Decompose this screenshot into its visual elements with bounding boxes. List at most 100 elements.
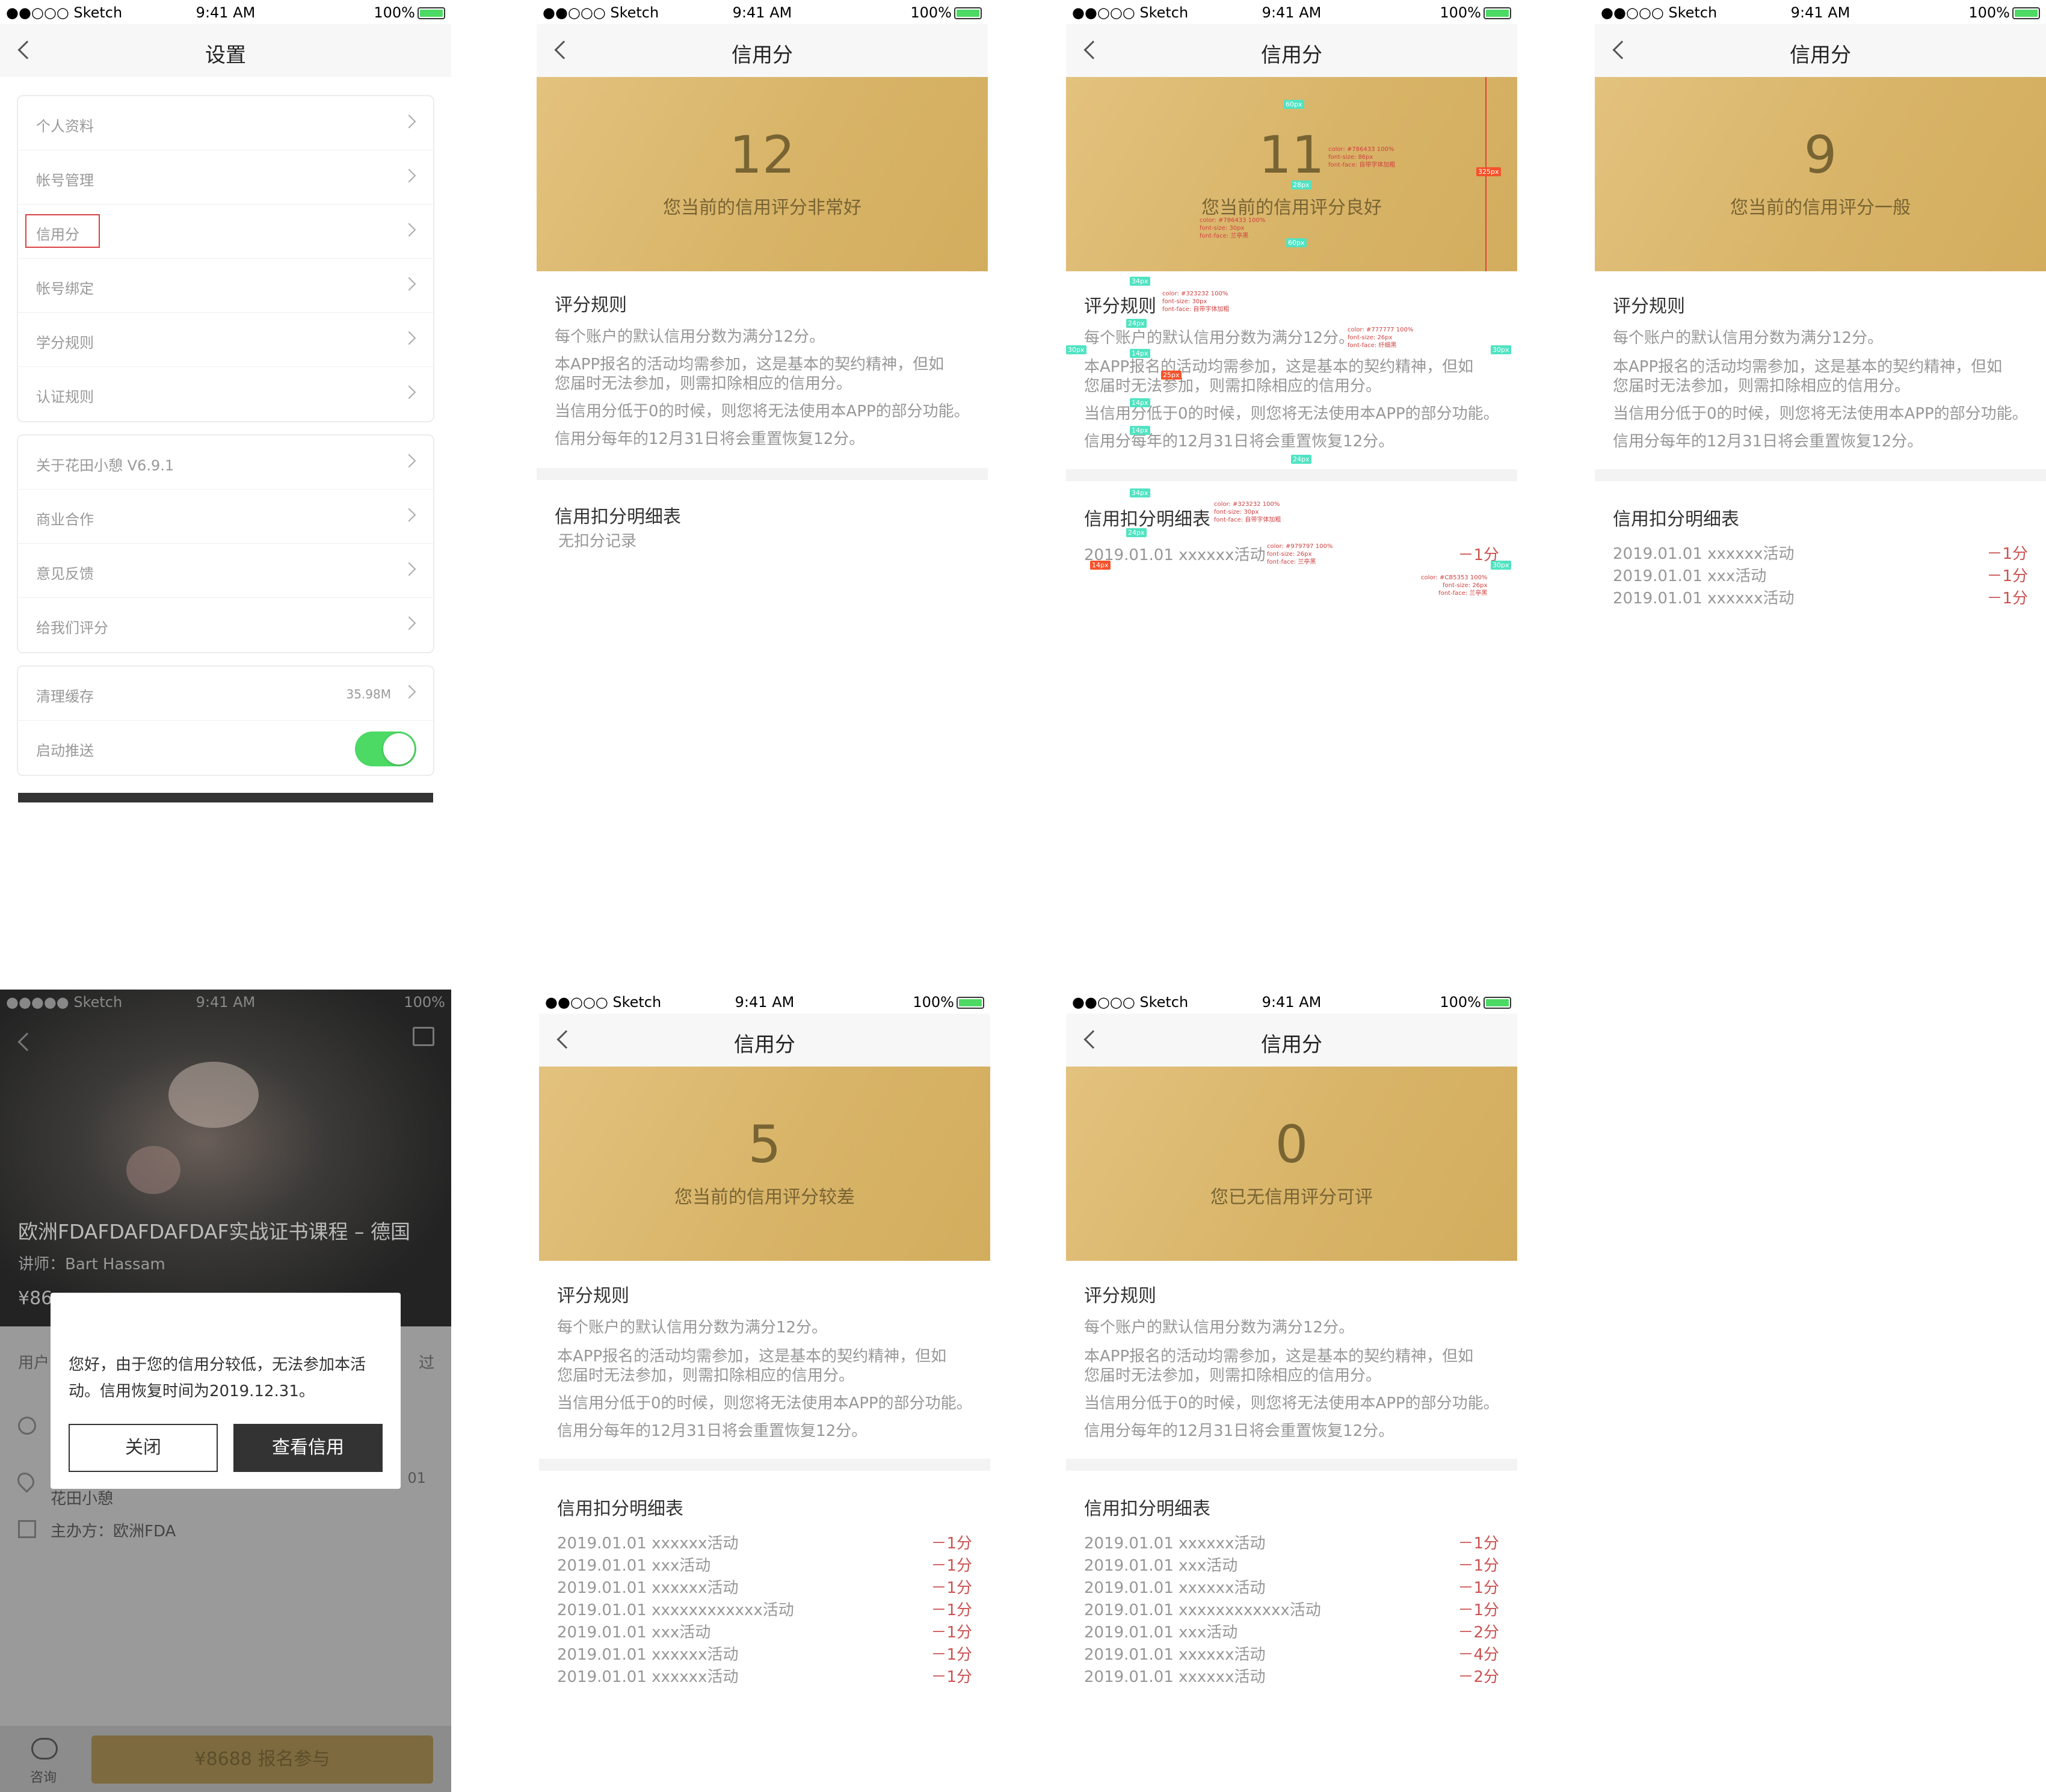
settings-item-account[interactable]: 帐号管理 [18, 150, 433, 205]
record-deduction: －1分 [1986, 567, 2028, 585]
record-date: 2019.01.01 xxxxxx活动 [1613, 590, 1795, 608]
spacing-tag: 25px [1161, 371, 1182, 380]
status-bar: ●●○○○ Sketch 9:41 AM 100% [537, 0, 988, 24]
push-toggle[interactable] [355, 731, 416, 766]
event-title: 欧洲FDAFDAFDAFDAF实战证书课程 – 德国 [18, 1220, 411, 1243]
user-row-more[interactable]: 过 [419, 1350, 434, 1373]
record-deduction: －1分 [1458, 1579, 1499, 1597]
score-message: 您当前的信用评分一般 [1730, 197, 1911, 218]
record-row: 2019.01.01 xxxxxxxxxxxx活动 －1分 [557, 1598, 972, 1619]
chevron-right-icon [402, 331, 416, 345]
page-title: 信用分 [1790, 43, 1851, 67]
share-icon[interactable] [413, 1027, 434, 1046]
chevron-right-icon [402, 454, 416, 468]
settings-group-account: 个人资料 帐号管理 信用分 帐号绑定 学分规则 认证规则 [17, 95, 434, 422]
battery-text: 100% [404, 994, 445, 1011]
event-detail-screen: ●●●●● Sketch 9:41 AM 100% 欧洲FDAFDAFDAFDAF实… [0, 990, 451, 1792]
settings-item-label: 认证规则 [36, 389, 94, 405]
settings-item-rate[interactable]: 给我们评分 [18, 598, 433, 652]
settings-item-label: 帐号绑定 [36, 280, 94, 297]
settings-item-binding[interactable]: 帐号绑定 [18, 259, 433, 313]
chevron-right-icon [402, 685, 416, 699]
settings-item-push: 启动推送 [18, 721, 433, 775]
settings-item-label: 学分规则 [36, 334, 94, 351]
record-date: 2019.01.01 xxxxxxxxxxxx活动 [557, 1601, 794, 1619]
record-deduction: －2分 [1458, 1624, 1499, 1642]
settings-item-business[interactable]: 商业合作 [18, 490, 433, 544]
rule-line: 您届时无法参加，则需扣除相应的信用分。 [1613, 377, 1911, 395]
settings-group-misc: 清理缓存 35.98M 启动推送 [17, 665, 434, 776]
chevron-right-icon [402, 616, 416, 630]
score-banner: 0 您已无信用评分可评 [1066, 1067, 1517, 1261]
rule-line: 本APP报名的活动均需参加，这是基本的契约精神，但如 [1613, 358, 2003, 376]
rule-line: 信用分每年的12月31日将会重置恢复12分。 [557, 1422, 867, 1440]
rule-line: 本APP报名的活动均需参加，这是基本的契约精神，但如 [557, 1347, 947, 1366]
record-deduction: －1分 [931, 1668, 972, 1686]
record-row: 2019.01.01 xxxxxx活动 －1分 [1613, 586, 2028, 608]
record-date: 2019.01.01 xxx活动 [1613, 567, 1767, 585]
nav-bar: 信用分 [537, 24, 988, 77]
score-banner: 9 您当前的信用评分一般 [1595, 77, 2046, 271]
score-value: 11 [1259, 125, 1325, 185]
spec-note: color: #786433 100% font-size: 86px font-f… [1328, 146, 1396, 168]
battery-icon [418, 7, 445, 19]
score-value: 9 [1804, 125, 1837, 185]
rule-line: 信用分每年的12月31日将会重置恢复12分。 [1613, 433, 1923, 451]
spacing-tag: 24px [1126, 528, 1147, 537]
rules-title: 评分规则 [1084, 296, 1156, 317]
record-date: 2019.01.01 xxxxxx活动 [1084, 1579, 1266, 1597]
settings-item-credit-rules[interactable]: 学分规则 [18, 313, 433, 367]
spec-note: color: #CB5353 100% font-size: 26px font-f… [1421, 574, 1488, 597]
rule-line: 您届时无法参加，则需扣除相应的信用分。 [1084, 1367, 1382, 1385]
battery-indicator: 100% [1440, 4, 1511, 21]
spacing-tag: 34px [1130, 488, 1150, 497]
close-button[interactable]: 关闭 [69, 1424, 218, 1472]
status-bar: ●●○○○ Sketch 9:41 AM 100% [0, 0, 451, 24]
record-date: 2019.01.01 xxx活动 [557, 1624, 711, 1642]
status-bar: ●●○○○ Sketch 9:41 AM 100% [539, 990, 990, 1014]
settings-item-cache[interactable]: 清理缓存 35.98M [18, 667, 433, 721]
credit-screen-0: ●●○○○ Sketch 9:41 AM 100% 信用分 0 您已无信用评分可评 … [1066, 990, 1517, 1792]
consult-label[interactable]: 咨询 [30, 1767, 57, 1786]
settings-item-profile[interactable]: 个人资料 [18, 96, 433, 150]
status-time: 9:41 AM [196, 994, 256, 1011]
record-date: 2019.01.01 xxx活动 [557, 1557, 711, 1575]
record-row: 2019.01.01 xxxxxx活动 －1分 [557, 1664, 972, 1686]
credit-screen-12: ●●○○○ Sketch 9:41 AM 100% 信用分 12 您当前的信用评分非… [537, 0, 988, 802]
record-row: 2019.01.01 xxxxxx活动 －1分 [557, 1531, 972, 1553]
status-bar: ●●●●● Sketch 9:41 AM 100% [0, 990, 451, 1014]
rule-line: 当信用分低于0的时候，则您将无法使用本APP的部分功能。 [1084, 1394, 1499, 1412]
record-deduction: －1分 [931, 1557, 972, 1575]
event-place: 花田小憩 [51, 1490, 114, 1508]
divider [1595, 469, 2046, 481]
chat-icon[interactable] [31, 1738, 58, 1760]
signup-button[interactable]: ¥8688 报名参与 [91, 1735, 433, 1784]
spacing-tag: 14px [1130, 349, 1150, 358]
nav-bar: 信用分 [1066, 24, 1517, 77]
settings-screen: ●●○○○ Sketch 9:41 AM 100% 设置 个人资料 帐号管理 信… [0, 0, 451, 802]
organizer-icon [18, 1520, 36, 1538]
battery-indicator: 100% [1440, 994, 1511, 1011]
spacing-tag: 60px [1284, 100, 1304, 109]
record-deduction: －2分 [1458, 1668, 1499, 1686]
rule-line: 每个账户的默认信用分数为满分12分。 [1084, 329, 1355, 347]
chevron-right-icon [402, 277, 416, 291]
rule-line: 每个账户的默认信用分数为满分12分。 [555, 328, 825, 346]
record-row: 2019.01.01 xxxxxx活动 －2分 [1084, 1664, 1499, 1686]
settings-item-auth-rules[interactable]: 认证规则 [18, 367, 433, 421]
record-row: 2019.01.01 xxxxxx活动 －1分 [1613, 541, 2028, 563]
chevron-right-icon [402, 562, 416, 576]
battery-icon [954, 7, 982, 19]
spacing-tag: 60px [1286, 238, 1307, 247]
record-row: 2019.01.01 xxxxxx活动 －1分 [1084, 1531, 1499, 1553]
logout-button[interactable]: 退 出 [18, 793, 433, 802]
record-deduction: －1分 [931, 1646, 972, 1664]
record-deduction: －1分 [1458, 1601, 1499, 1619]
settings-item-about[interactable]: 关于花田小憩 V6.9.1 [18, 436, 433, 490]
view-credit-button[interactable]: 查看信用 [233, 1424, 383, 1472]
settings-item-label: 商业合作 [36, 511, 94, 528]
settings-item-credit[interactable]: 信用分 [18, 205, 433, 259]
battery-indicator: 100% [910, 4, 982, 21]
nav-bar: 信用分 [1595, 24, 2046, 77]
settings-item-feedback[interactable]: 意见反馈 [18, 544, 433, 598]
